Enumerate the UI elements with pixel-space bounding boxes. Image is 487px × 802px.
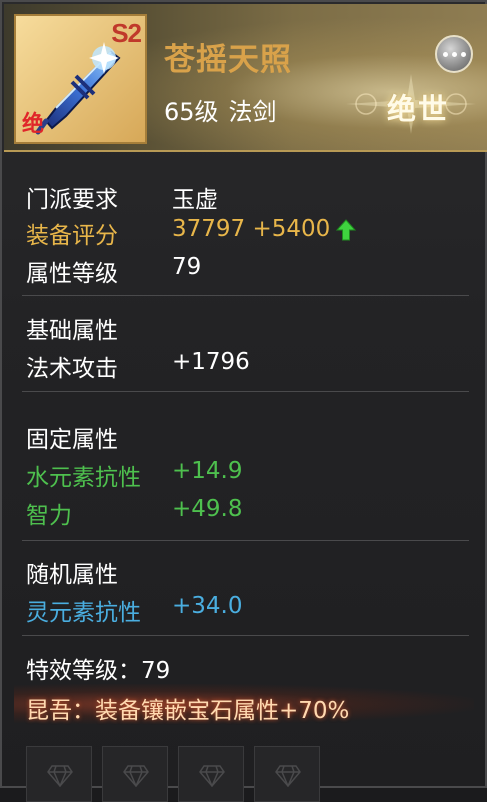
item-name: 苍摇天照 <box>164 42 292 78</box>
item-icon-frame[interactable]: S2 绝 <box>14 14 147 144</box>
gem-slot[interactable] <box>102 746 168 802</box>
gem-slot-icon <box>123 765 149 787</box>
attr-label: 灵元素抗性 <box>26 600 141 626</box>
attr-label: 智力 <box>26 503 72 529</box>
attr-label: 水元素抗性 <box>26 465 141 491</box>
attr-value: +14.9 <box>172 458 243 484</box>
gem-slot[interactable] <box>254 746 320 802</box>
divider <box>22 295 469 296</box>
gem-slot[interactable] <box>178 746 244 802</box>
score-delta: +5400 <box>252 216 331 242</box>
base-attr-row: 法术攻击 +1796 <box>26 349 250 383</box>
dot-icon <box>442 51 448 57</box>
more-options-button[interactable] <box>435 35 473 73</box>
fixed-attr-row: 智力 +49.8 <box>26 496 242 530</box>
item-meta: 65级 法剑 <box>164 92 277 127</box>
item-type: 法剑 <box>228 98 277 126</box>
base-attrs-title: 基础属性 <box>26 318 118 344</box>
fixed-attrs-title: 固定属性 <box>26 427 118 453</box>
dot-icon <box>460 51 466 57</box>
random-attrs-title: 随机属性 <box>26 562 118 588</box>
item-header: S2 绝 苍摇天照 65级 法剑 绝世 <box>4 4 487 152</box>
attr-level-value: 79 <box>172 254 202 280</box>
attr-label: 法术攻击 <box>26 356 118 382</box>
effect-description: 昆吾：装备镶嵌宝石属性+70% <box>26 698 350 724</box>
score-label: 装备评分 <box>26 223 118 249</box>
effect-level: 特效等级：79 <box>26 658 171 684</box>
attr-value: +34.0 <box>172 593 243 619</box>
sect-value: 玉虚 <box>172 187 218 213</box>
dot-icon <box>451 51 457 57</box>
quality-tag: 绝 <box>22 112 45 137</box>
attr-value: +49.8 <box>172 496 243 522</box>
up-arrow-icon <box>336 218 357 240</box>
attr-value: +1796 <box>172 349 250 375</box>
divider <box>22 540 469 541</box>
attr-level-row: 属性等级 79 <box>26 254 201 288</box>
item-tooltip-panel: S2 绝 苍摇天照 65级 法剑 绝世 门派要求 玉虚 装备评分 37797 +5… <box>0 0 487 802</box>
gem-slot-icon <box>47 765 73 787</box>
tier-tag: S2 <box>111 18 142 48</box>
random-attr-row: 灵元素抗性 +34.0 <box>26 593 242 627</box>
fixed-attr-row: 水元素抗性 +14.9 <box>26 458 242 492</box>
score-row: 装备评分 37797 +5400 <box>26 216 357 250</box>
gem-slot[interactable] <box>26 746 92 802</box>
attr-level-label: 属性等级 <box>26 261 118 287</box>
sect-label: 门派要求 <box>26 187 118 213</box>
grade-label: 绝世 <box>387 92 450 126</box>
sect-requirement-row: 门派要求 玉虚 <box>26 180 218 214</box>
score-value-group: 37797 +5400 <box>172 216 357 242</box>
divider <box>22 391 469 392</box>
gem-slot-icon <box>275 765 301 787</box>
divider <box>22 635 469 636</box>
gem-slot-icon <box>199 765 225 787</box>
item-level: 65级 <box>164 98 219 126</box>
score-value: 37797 <box>172 216 246 242</box>
